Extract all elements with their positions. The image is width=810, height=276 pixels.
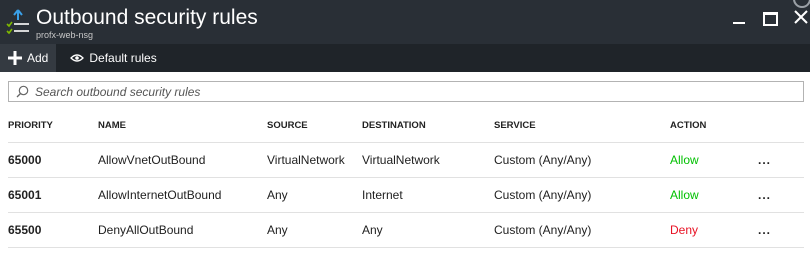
page-title: Outbound security rules — [36, 6, 258, 29]
command-bar: Add Default rules — [0, 44, 810, 72]
cell-source: Any — [267, 177, 362, 213]
cell-service: Custom (Any/Any) — [494, 212, 670, 248]
cell-name: AllowVnetOutBound — [98, 142, 267, 178]
partial-circle-icon — [793, 0, 810, 8]
add-button[interactable]: Add — [0, 44, 57, 72]
table-header-row: PRIORITY NAME SOURCE DESTINATION SERVICE… — [8, 108, 804, 143]
default-rules-label: Default rules — [89, 51, 157, 65]
cell-source: VirtualNetwork — [267, 142, 362, 178]
cell-action: Allow — [670, 142, 758, 178]
search-input[interactable] — [35, 84, 735, 99]
cell-name: DenyAllOutBound — [98, 212, 267, 248]
more-options-button[interactable]: ... — [758, 177, 804, 213]
cell-service: Custom (Any/Any) — [494, 177, 670, 213]
table-row[interactable]: 65500 DenyAllOutBound Any Any Custom (An… — [8, 212, 804, 248]
cell-destination: Internet — [362, 177, 494, 213]
column-header-more — [758, 108, 804, 143]
cell-destination: VirtualNetwork — [362, 142, 494, 178]
column-header-destination[interactable]: DESTINATION — [362, 108, 494, 143]
column-header-priority[interactable]: PRIORITY — [8, 108, 98, 143]
plus-icon — [8, 51, 22, 65]
rules-table: PRIORITY NAME SOURCE DESTINATION SERVICE… — [8, 108, 804, 248]
security-rules-icon — [6, 9, 29, 35]
cell-service: Custom (Any/Any) — [494, 142, 670, 178]
search-box — [8, 81, 804, 102]
blade-header: Outbound security rules profx-web-nsg — [0, 0, 810, 44]
cell-priority: 65001 — [8, 177, 98, 213]
default-rules-button[interactable]: Default rules — [62, 44, 164, 72]
table-row[interactable]: 65000 AllowVnetOutBound VirtualNetwork V… — [8, 142, 804, 178]
page-subtitle: profx-web-nsg — [36, 30, 94, 40]
column-header-service[interactable]: SERVICE — [494, 108, 670, 143]
column-header-name[interactable]: NAME — [98, 108, 267, 143]
table-row[interactable]: 65001 AllowInternetOutBound Any Internet… — [8, 177, 804, 213]
cell-name: AllowInternetOutBound — [98, 177, 267, 213]
cell-action: Allow — [670, 177, 758, 213]
cell-destination: Any — [362, 212, 494, 248]
cell-source: Any — [267, 212, 362, 248]
cell-action: Deny — [670, 212, 758, 248]
minimize-button[interactable] — [733, 22, 745, 24]
search-icon — [16, 85, 29, 98]
column-header-source[interactable]: SOURCE — [267, 108, 362, 143]
cell-priority: 65000 — [8, 142, 98, 178]
maximize-button[interactable] — [763, 12, 778, 26]
eye-icon — [70, 54, 85, 62]
add-button-label: Add — [27, 51, 49, 65]
cell-priority: 65500 — [8, 212, 98, 248]
more-options-button[interactable]: ... — [758, 212, 804, 248]
column-header-action[interactable]: ACTION — [670, 108, 758, 143]
more-options-button[interactable]: ... — [758, 142, 804, 178]
close-icon[interactable] — [792, 8, 810, 26]
